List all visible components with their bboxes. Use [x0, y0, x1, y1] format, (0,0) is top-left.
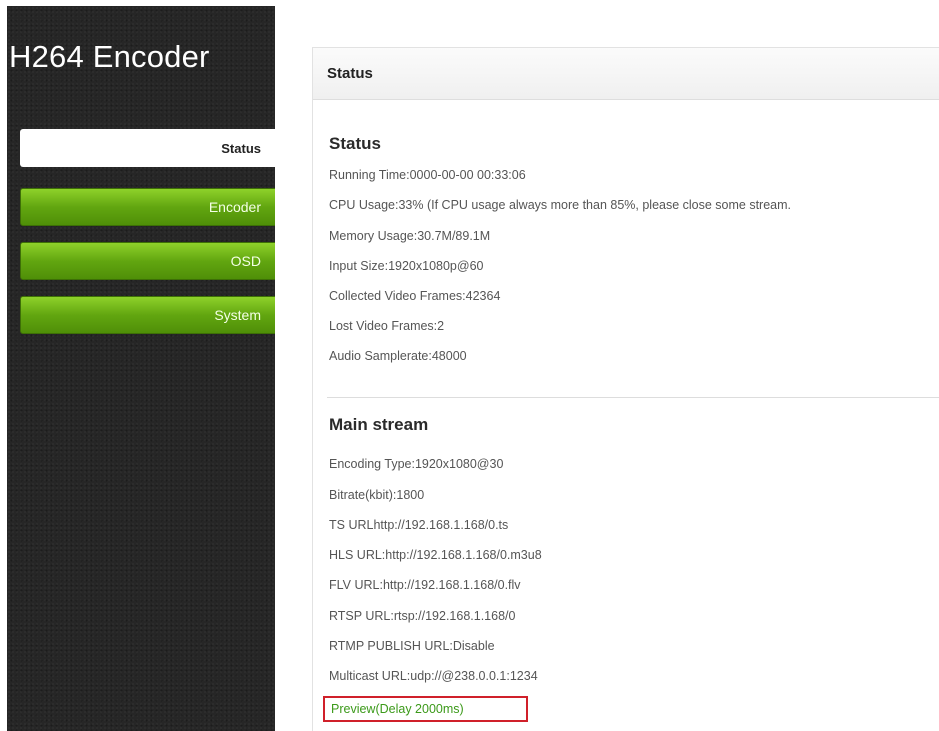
main-stream-section-title: Main stream — [329, 415, 429, 434]
section-divider — [327, 397, 939, 398]
cpu-usage: CPU Usage:33% (If CPU usage always more … — [329, 198, 792, 212]
rtsp-url: RTSP URL:rtsp://192.168.1.168/0 — [329, 609, 516, 623]
collected-video-frames: Collected Video Frames:42364 — [329, 289, 501, 303]
multicast-url: Multicast URL:udp://@238.0.0.1:1234 — [329, 669, 538, 683]
app-window: H264 Encoder Status Encoder OSD System S… — [0, 0, 939, 731]
preview-link[interactable]: Preview(Delay 2000ms) — [323, 696, 528, 722]
sidebar-item-system[interactable]: System — [20, 296, 275, 334]
status-section-title: Status — [329, 134, 381, 153]
sidebar-item-label: System — [214, 307, 261, 323]
main-content: Status Status Running Time:0000-00-00 00… — [275, 0, 939, 731]
sidebar-item-status[interactable]: Status — [20, 129, 275, 167]
bitrate: Bitrate(kbit):1800 — [329, 488, 425, 502]
running-time: Running Time:0000-00-00 00:33:06 — [329, 168, 526, 182]
encoding-type: Encoding Type:1920x1080@30 — [329, 457, 504, 471]
flv-url: FLV URL:http://192.168.1.168/0.flv — [329, 578, 521, 592]
sidebar-item-osd[interactable]: OSD — [20, 242, 275, 280]
ts-url: TS URLhttp://192.168.1.168/0.ts — [329, 518, 509, 532]
lost-video-frames: Lost Video Frames:2 — [329, 319, 445, 333]
input-size: Input Size:1920x1080p@60 — [329, 259, 484, 273]
status-panel: Status Status Running Time:0000-00-00 00… — [312, 47, 939, 731]
sidebar-item-label: Status — [221, 140, 261, 156]
sidebar-item-encoder[interactable]: Encoder — [20, 188, 275, 226]
rtmp-publish-url: RTMP PUBLISH URL:Disable — [329, 639, 495, 653]
hls-url: HLS URL:http://192.168.1.168/0.m3u8 — [329, 548, 542, 562]
sidebar-item-label: OSD — [230, 253, 261, 269]
panel-header: Status — [313, 48, 939, 100]
audio-samplerate: Audio Samplerate:48000 — [329, 349, 467, 363]
sidebar: H264 Encoder Status Encoder OSD System — [7, 6, 275, 731]
sidebar-item-label: Encoder — [208, 199, 261, 215]
brand-title: H264 Encoder — [9, 39, 210, 74]
memory-usage: Memory Usage:30.7M/89.1M — [329, 229, 491, 243]
